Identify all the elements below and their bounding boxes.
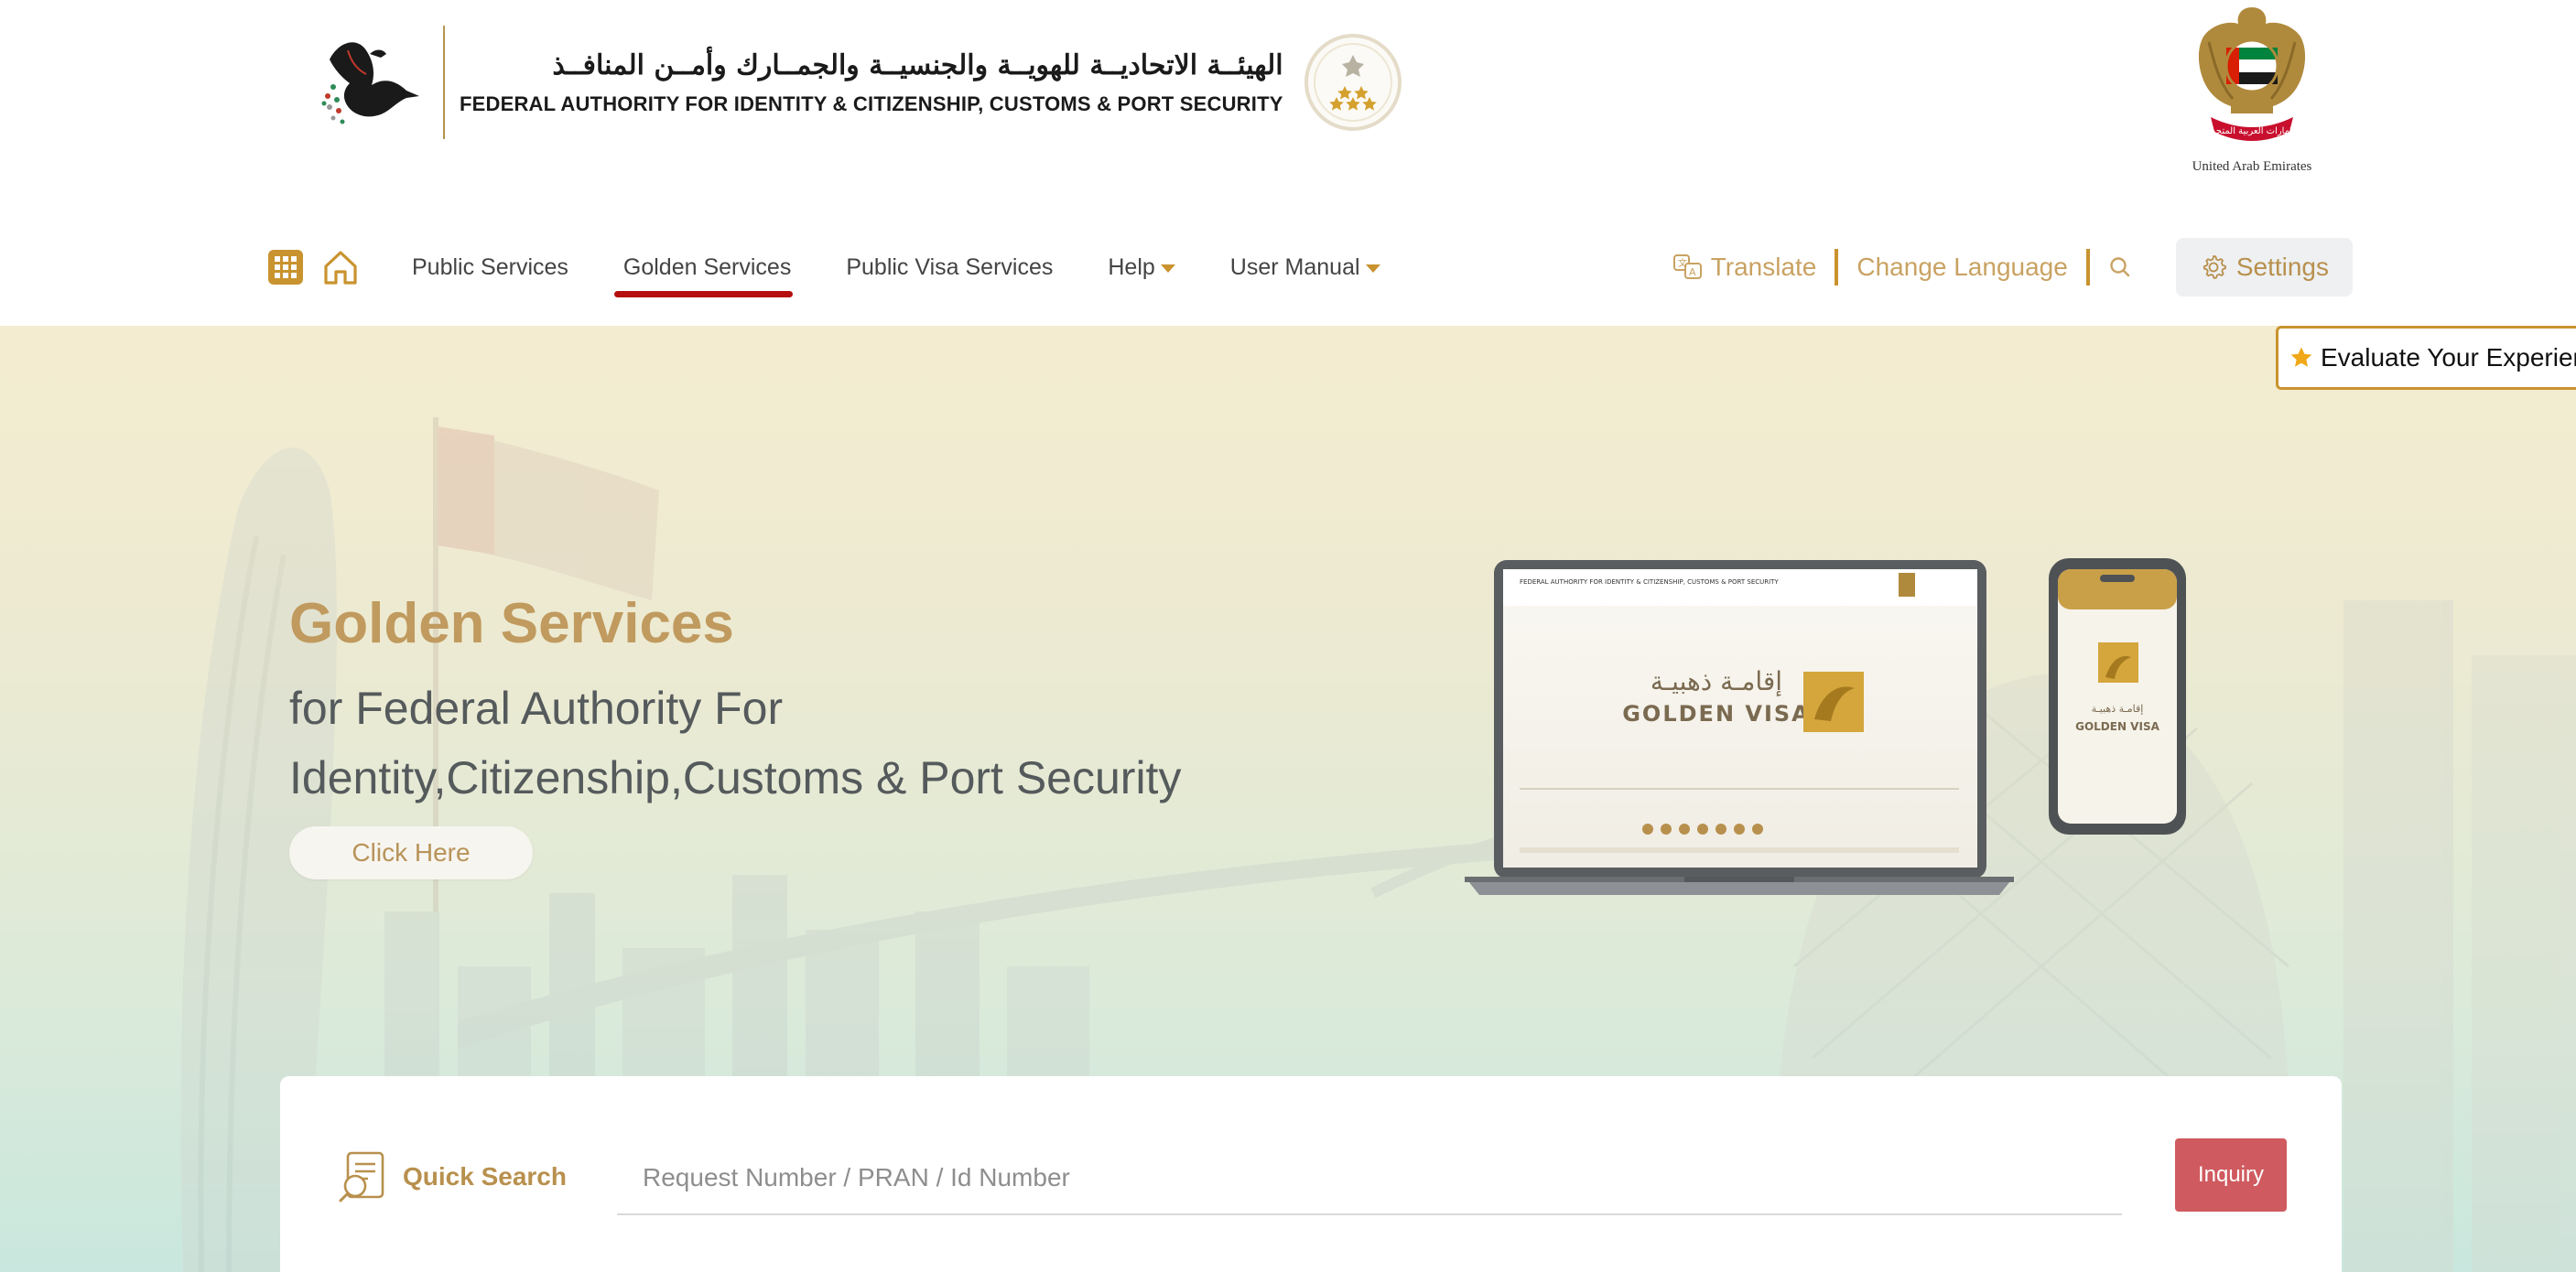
translate-label: Translate: [1710, 253, 1817, 281]
user-manual-caret-icon: [1365, 264, 1380, 273]
hero-banner: Golden Services for Federal Authority Fo…: [0, 326, 2576, 1272]
help-caret-icon: [1160, 264, 1175, 273]
emblem-arabic-text: الإمارات العربية المتحدة: [2206, 126, 2297, 136]
search-button[interactable]: [2108, 255, 2132, 279]
quick-search-card: Quick Search Inquiry: [280, 1076, 2342, 1272]
nav-golden-services[interactable]: Golden Services: [613, 253, 794, 297]
translate-icon: 文 A: [1672, 254, 1702, 279]
change-language-link[interactable]: Change Language: [1856, 253, 2067, 282]
star-icon: [2290, 347, 2312, 367]
uae-emblem: الإمارات العربية المتحدة United Arab Emi…: [2179, 0, 2325, 179]
change-language-label: Change Language: [1856, 253, 2068, 281]
home-icon[interactable]: [320, 247, 361, 287]
svg-text:文: 文: [1678, 257, 1687, 269]
utility-divider: [2085, 249, 2090, 286]
uae-falcon-emblem-icon: الإمارات العربية المتحدة: [2198, 7, 2306, 141]
screen-arabic-text: إقامـة ذهبيـة: [1651, 666, 1782, 696]
utility-bar: 文 A Translate Change Language Settings: [1672, 236, 2353, 298]
site-header: الهيئــة الاتحاديــة للهويــة والجنسيــة…: [0, 0, 2576, 326]
hero-subtitle-line-1: for Federal Authority For: [289, 683, 784, 734]
nav-user-manual[interactable]: User Manual: [1230, 254, 1380, 281]
hero-subtitle: for Federal Authority For Identity,Citiz…: [289, 674, 1296, 813]
main-nav: Public Services Golden Services Public V…: [265, 236, 2353, 298]
five-star-seal-icon: [1304, 34, 1402, 131]
nav-public-visa-services-label: Public Visa Services: [846, 253, 1054, 280]
phone-arabic-text: إقامـة ذهبيـة: [2092, 703, 2144, 715]
document-search-icon: [339, 1151, 384, 1202]
phone-golden-visa-text: GOLDEN VISA: [2075, 720, 2159, 733]
hero-title: Golden Services: [289, 592, 734, 655]
hero-subtitle-line-2: Identity,Citizenship,Customs & Port Secu…: [289, 752, 1182, 803]
emblem-caption: United Arab Emirates: [2192, 159, 2312, 174]
inquiry-button[interactable]: Inquiry: [2175, 1138, 2287, 1212]
logo-divider: [443, 26, 445, 139]
screen-golden-visa-text: GOLDEN VISA: [1622, 701, 1811, 727]
translate-link[interactable]: 文 A Translate: [1672, 253, 1817, 282]
utility-divider: [1835, 249, 1839, 286]
nav-help-label: Help: [1108, 253, 1155, 280]
search-icon: [2110, 257, 2130, 277]
logo-title-arabic: الهيئــة الاتحاديــة للهويــة والجنسيــة…: [552, 49, 1283, 81]
falcon-logo-icon: [321, 42, 419, 124]
svg-text:FEDERAL AUTHORITY FOR IDENTITY: FEDERAL AUTHORITY FOR IDENTITY & CITIZEN…: [1520, 578, 1779, 586]
nav-public-services-label: Public Services: [412, 253, 568, 280]
nav-public-visa-services[interactable]: Public Visa Services: [846, 254, 1053, 281]
quick-search-text: Quick Search: [403, 1162, 567, 1191]
quick-search-label: Quick Search: [335, 1148, 567, 1206]
logo-title-english: FEDERAL AUTHORITY FOR IDENTITY & CITIZEN…: [460, 92, 1283, 115]
devices-illustration: FEDERAL AUTHORITY FOR IDENTITY & CITIZEN…: [1465, 558, 2186, 895]
settings-button[interactable]: Settings: [2175, 238, 2353, 296]
authority-logo[interactable]: الهيئــة الاتحاديــة للهويــة والجنسيــة…: [311, 18, 1402, 146]
evaluate-experience-tab[interactable]: Evaluate Your Experience: [2276, 326, 2576, 390]
logo-text: الهيئــة الاتحاديــة للهويــة والجنسيــة…: [460, 49, 1283, 116]
evaluate-label: Evaluate Your Experience: [2321, 343, 2576, 372]
nav-help[interactable]: Help: [1108, 253, 1175, 281]
nav-golden-services-label: Golden Services: [622, 253, 792, 280]
click-here-button[interactable]: Click Here: [289, 826, 533, 879]
search-input[interactable]: [617, 1142, 2122, 1215]
settings-label: Settings: [2235, 253, 2329, 281]
svg-text:A: A: [1689, 266, 1696, 278]
nav-public-services[interactable]: Public Services: [412, 254, 568, 281]
nav-user-manual-label: User Manual: [1229, 253, 1360, 280]
grid-menu-icon[interactable]: [265, 247, 306, 287]
gear-icon: [2203, 255, 2226, 279]
